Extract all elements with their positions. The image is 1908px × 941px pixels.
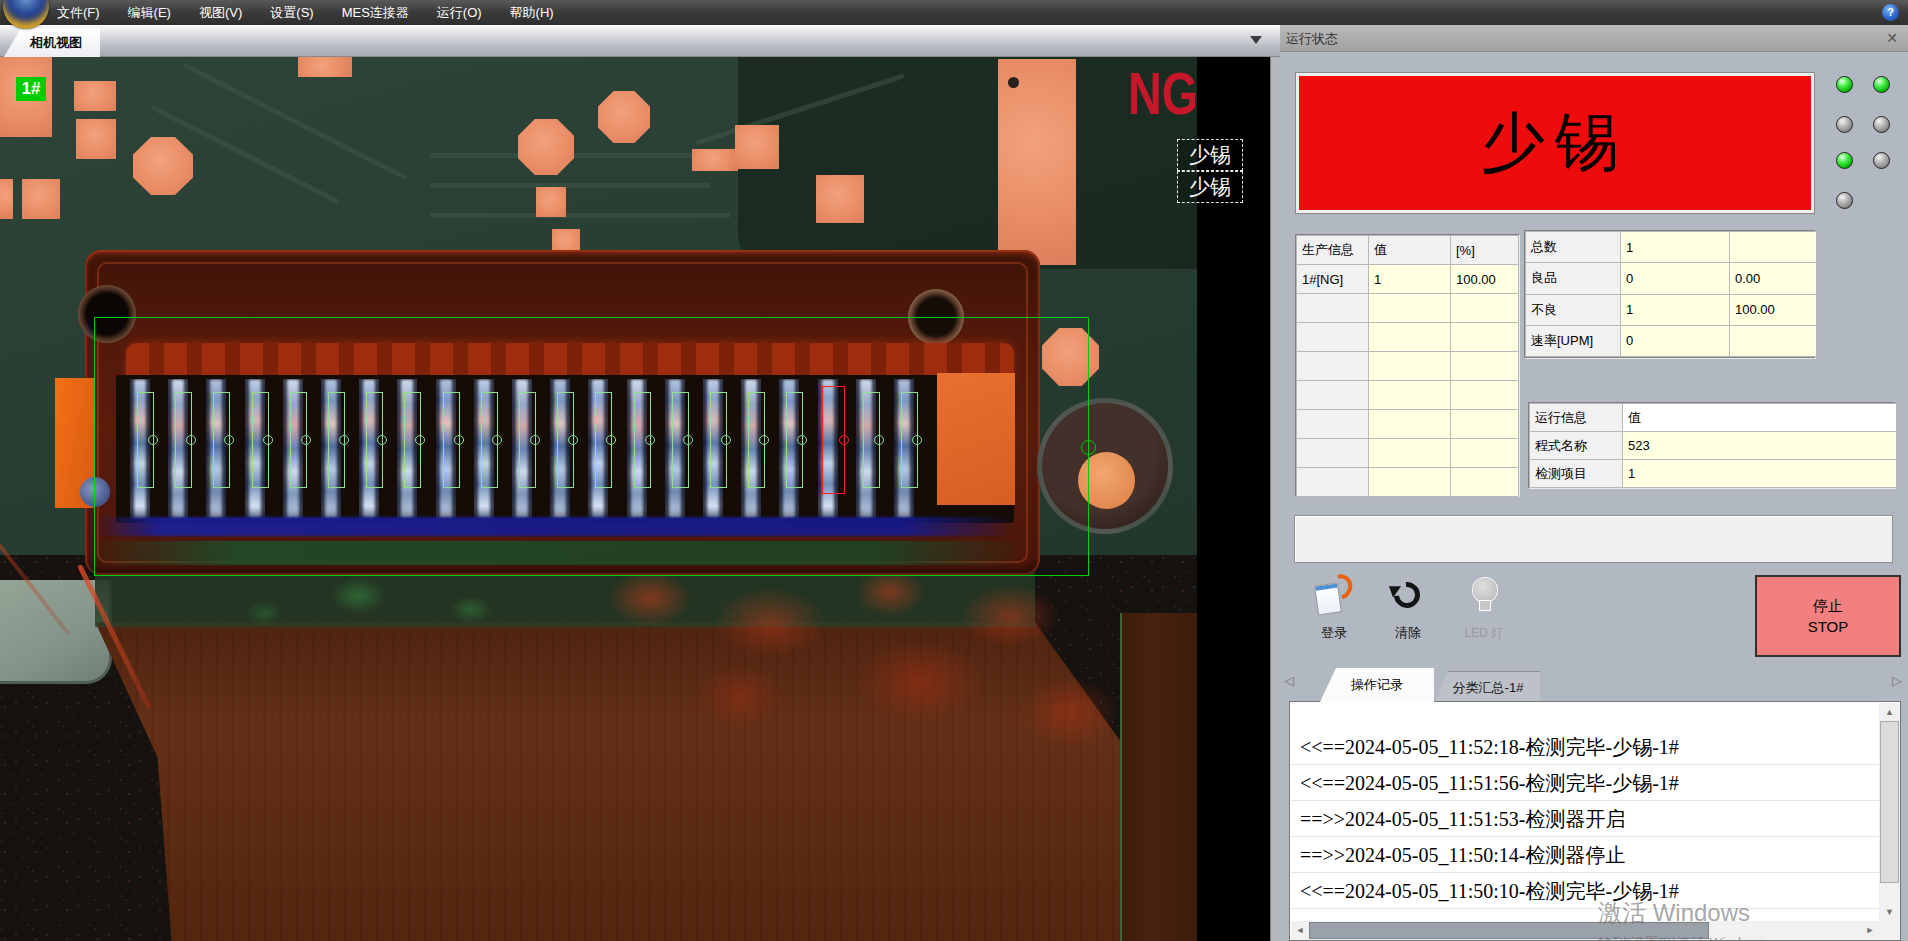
scroll-up-icon[interactable]: ▲: [1879, 703, 1900, 721]
log-row[interactable]: ==>>2024-05-05_11:51:53-检测器开启: [1291, 801, 1879, 837]
status-led-green: [1836, 76, 1853, 93]
log-row[interactable]: <<==2024-05-05_11:51:56-检测完毕-少锡-1#: [1291, 765, 1879, 801]
scroll-right-icon[interactable]: ►: [1861, 921, 1879, 940]
table-row: [1297, 468, 1519, 497]
camera-view: NG 少锡 少锡 1#: [0, 57, 1270, 941]
table-row: [1297, 323, 1519, 352]
windows-watermark: 激活 Windows 转到“设置”以激活 Windows: [1598, 897, 1766, 941]
log-row[interactable]: ==>>2024-05-05_11:50:14-检测器停止: [1291, 837, 1879, 873]
table-row: 检测项目1: [1530, 460, 1897, 488]
tab-scroll-right-icon[interactable]: ▷: [1892, 673, 1902, 688]
table-row: [1297, 352, 1519, 381]
table-row: 速率[UPM]0: [1526, 325, 1817, 356]
clear-button[interactable]: 清除: [1380, 576, 1436, 642]
led-light-button[interactable]: LED 灯: [1456, 576, 1512, 642]
table-row: [1297, 294, 1519, 323]
help-icon[interactable]: ?: [1882, 4, 1899, 21]
scroll-down-icon[interactable]: ▼: [1879, 903, 1900, 921]
login-button[interactable]: 登录: [1306, 576, 1362, 642]
message-box: [1294, 515, 1893, 563]
camera-tab-bar: 相机视图: [0, 25, 1280, 57]
tab-operation-log[interactable]: 操作记录: [1320, 668, 1434, 702]
status-led-grid: [1828, 73, 1908, 223]
inspection-rect-overlay: [94, 317, 1089, 576]
pane-splitter[interactable]: [1270, 25, 1280, 941]
col-header: [%]: [1451, 236, 1519, 265]
defect-label: 少锡: [1177, 139, 1243, 171]
table-row: [1297, 381, 1519, 410]
operation-log: <<==2024-05-05_11:52:18-检测完毕-少锡-1#<<==20…: [1289, 701, 1901, 941]
menu-item[interactable]: 视图(V): [199, 4, 242, 22]
menu-item[interactable]: 文件(F): [57, 4, 100, 22]
col-header: 值: [1623, 404, 1897, 432]
table-row: 1#[NG]1100.00: [1297, 265, 1519, 294]
status-led-green: [1836, 152, 1853, 169]
result-banner-text: 少锡: [1299, 76, 1811, 210]
tab-scroll-left-icon[interactable]: ◁: [1284, 673, 1294, 688]
v-scroll-thumb[interactable]: [1880, 721, 1899, 883]
status-led-green: [1873, 76, 1890, 93]
menu-bar: 文件(F) 编辑(E) 视图(V) 设置(S) MES连接器 运行(O) 帮助(H) ?: [0, 0, 1908, 25]
result-text: NG: [1128, 59, 1198, 128]
table-row: 总数1: [1526, 232, 1817, 263]
chevron-down-icon[interactable]: [1250, 36, 1262, 44]
status-led-gray: [1836, 192, 1853, 209]
stats-table[interactable]: 总数1良品00.00不良1100.00速率[UPM]0: [1524, 230, 1815, 358]
status-led-gray: [1873, 116, 1890, 133]
menu-item[interactable]: 编辑(E): [128, 4, 171, 22]
status-led-gray: [1873, 152, 1890, 169]
scroll-left-icon[interactable]: ◄: [1291, 921, 1309, 940]
table-row: 不良1100.00: [1526, 294, 1817, 325]
table-row: [1297, 410, 1519, 439]
run-status-panel: 运行状态 ✕ 少锡 生产信息值[%]1#[NG]1100.00 总数1良品00.…: [1280, 25, 1908, 941]
production-table[interactable]: 生产信息值[%]1#[NG]1100.00: [1295, 234, 1519, 496]
log-row[interactable]: <<==2024-05-05_11:52:18-检测完毕-少锡-1#: [1291, 729, 1879, 765]
menu-item[interactable]: 帮助(H): [510, 4, 554, 22]
close-icon[interactable]: ✕: [1884, 30, 1900, 46]
v-scrollbar[interactable]: ▲ ▼: [1879, 703, 1900, 921]
log-row[interactable]: <<==2024-05-05_11:50:10-检测完毕-少锡-1#: [1291, 873, 1879, 909]
stop-button[interactable]: 停止 STOP: [1755, 575, 1901, 657]
table-row: 良品00.00: [1526, 263, 1817, 294]
camera-index-badge: 1#: [16, 77, 46, 101]
table-row: [1297, 439, 1519, 468]
log-list: <<==2024-05-05_11:52:18-检测完毕-少锡-1#<<==20…: [1291, 703, 1879, 920]
run-info-table[interactable]: 运行信息值程式名称523检测项目1: [1528, 402, 1895, 488]
col-header: 值: [1369, 236, 1451, 265]
defect-label: 少锡: [1177, 171, 1243, 203]
tab-class-summary[interactable]: 分类汇总-1#: [1436, 671, 1540, 702]
menu-item[interactable]: 运行(O): [437, 4, 482, 22]
status-led-gray: [1836, 116, 1853, 133]
result-banner: 少锡: [1296, 73, 1814, 213]
menu-items: 文件(F) 编辑(E) 视图(V) 设置(S) MES连接器 运行(O) 帮助(H): [57, 0, 554, 25]
col-header: 运行信息: [1530, 404, 1623, 432]
bulb-icon: [1473, 578, 1497, 602]
h-scrollbar[interactable]: ◄ ►: [1291, 921, 1879, 940]
panel-title: 运行状态: [1286, 30, 1338, 48]
menu-item[interactable]: MES连接器: [342, 4, 409, 22]
panel-title-bar: 运行状态 ✕: [1280, 25, 1908, 52]
table-row: 程式名称523: [1530, 432, 1897, 460]
col-header: 生产信息: [1297, 236, 1369, 265]
tab-camera-view[interactable]: 相机视图: [4, 28, 100, 57]
menu-item[interactable]: 设置(S): [270, 4, 313, 22]
